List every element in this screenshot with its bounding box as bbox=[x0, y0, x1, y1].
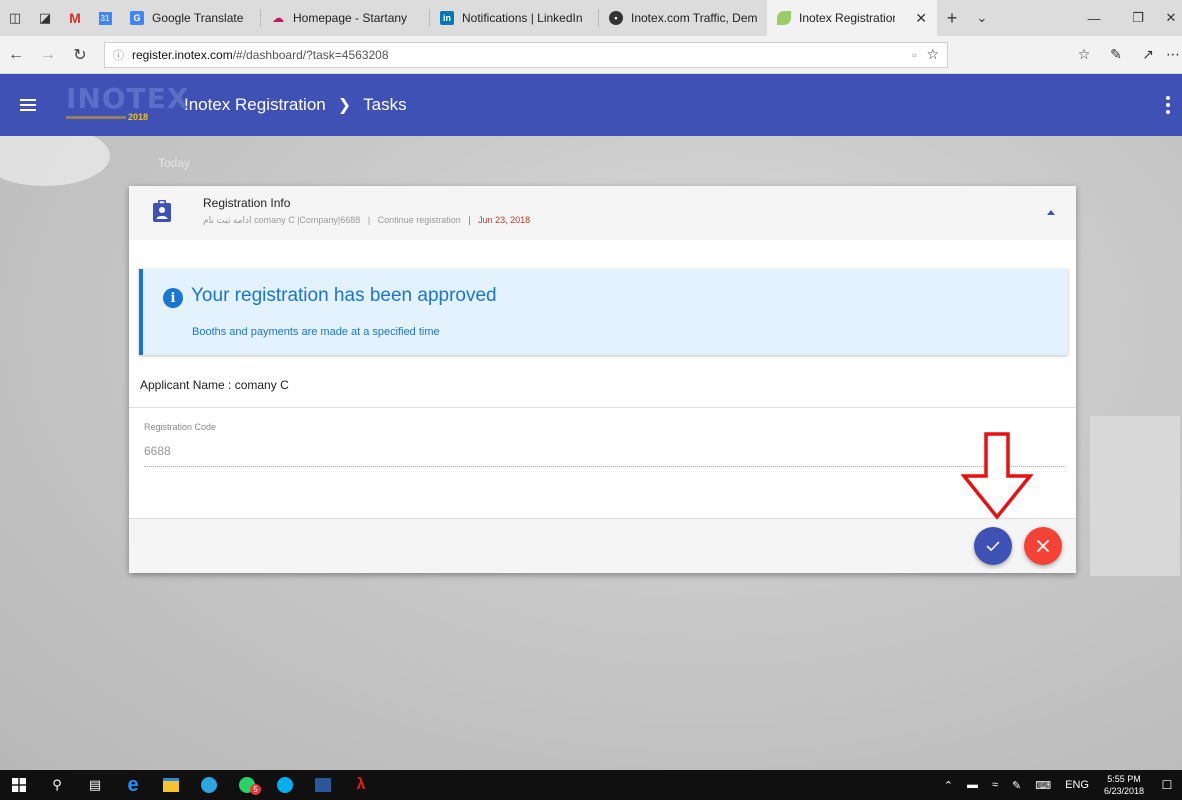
registration-code-label: Registration Code bbox=[144, 422, 217, 432]
chevron-right-icon: ❯ bbox=[337, 97, 352, 114]
more-dots-icon[interactable]: ⋯ bbox=[1164, 36, 1182, 74]
favorites-hub-icon[interactable]: ☆ bbox=[1068, 36, 1100, 74]
logo-text: INOTEX bbox=[66, 82, 190, 115]
url-path: /#/dashboard/?task=4563208 bbox=[232, 47, 389, 62]
card-actions bbox=[129, 518, 1076, 573]
info-icon[interactable]: ⓘ bbox=[113, 47, 124, 63]
registration-code-underline bbox=[144, 466, 1066, 467]
tab-title: Google Translate bbox=[152, 11, 244, 25]
reading-view-icon[interactable]: ▫ bbox=[912, 48, 916, 62]
card-subtitle: ادامه ثبت نام comany C |Company|6688 | C… bbox=[203, 215, 531, 225]
tab-title: Homepage - Startany bbox=[293, 11, 408, 25]
inotex-logo: INOTEX 2018 bbox=[66, 82, 188, 128]
task-view-icon[interactable]: ▤ bbox=[76, 770, 114, 800]
battery-icon[interactable]: ▬ bbox=[960, 779, 985, 791]
globe-icon: • bbox=[609, 11, 623, 25]
set-aside-tabs-icon[interactable]: ◪ bbox=[30, 0, 60, 36]
today-label: Today bbox=[158, 156, 191, 170]
cloud-icon: ☁ bbox=[272, 11, 284, 25]
gmail-pinned-tab-icon[interactable]: M bbox=[60, 0, 90, 36]
task-date: Jun 23, 2018 bbox=[478, 215, 531, 225]
window-close-icon[interactable]: ✕ bbox=[1160, 0, 1182, 36]
windows-taskbar: ⚲ ▤ e 5 λ ⌃ ▬ ≈ ✎ ⌨ ENG 5:55 PM 6/23/201… bbox=[0, 770, 1182, 800]
breadcrumb-current: Tasks bbox=[363, 95, 407, 114]
approval-alert: i Your registration has been approved Bo… bbox=[139, 269, 1068, 355]
keyboard-icon[interactable]: ⌨ bbox=[1028, 779, 1058, 792]
pen-icon[interactable]: ✎ bbox=[1100, 36, 1132, 74]
wifi-icon[interactable]: ≈ bbox=[985, 779, 1005, 791]
card-header[interactable]: Registration Info ادامه ثبت نام comany C… bbox=[129, 186, 1076, 240]
tab-title: Inotex.com Traffic, Demogr bbox=[631, 11, 757, 25]
new-tab-button[interactable]: + bbox=[937, 0, 967, 36]
skype-icon[interactable] bbox=[266, 770, 304, 800]
tab-inotex-traffic[interactable]: • Inotex.com Traffic, Demogr bbox=[599, 0, 767, 36]
applicant-name: Applicant Name : comany C bbox=[140, 378, 289, 392]
tab-actions-icon[interactable]: ◫ bbox=[0, 0, 30, 36]
app-header: INOTEX 2018 Inotex Registration ❯ Tasks bbox=[0, 74, 1182, 136]
back-arrow-icon[interactable]: ← bbox=[0, 36, 32, 74]
share-icon[interactable]: ↗ bbox=[1132, 36, 1164, 74]
tab-title: Inotex Registration bbox=[799, 11, 896, 25]
minimize-icon[interactable]: — bbox=[1072, 0, 1116, 36]
close-icon bbox=[1037, 540, 1049, 552]
tab-inotex-registration[interactable]: Inotex Registration ✕ bbox=[767, 0, 937, 36]
google-translate-icon: G bbox=[130, 11, 144, 25]
restore-icon[interactable]: ❐ bbox=[1116, 0, 1160, 36]
language-indicator[interactable]: ENG bbox=[1058, 779, 1096, 791]
registration-code-value[interactable]: 6688 bbox=[144, 444, 171, 458]
refresh-icon[interactable]: ↻ bbox=[64, 36, 96, 74]
collapse-caret-icon[interactable] bbox=[1047, 210, 1055, 215]
breadcrumb: Inotex Registration ❯ Tasks bbox=[184, 95, 407, 115]
action-center-icon[interactable]: ☐ bbox=[1152, 778, 1182, 792]
clock[interactable]: 5:55 PM 6/23/2018 bbox=[1096, 773, 1152, 797]
card-title: Registration Info bbox=[203, 196, 291, 210]
clock-time: 5:55 PM bbox=[1107, 774, 1141, 784]
windows-start-icon[interactable] bbox=[0, 770, 38, 800]
url-host: register.inotex.com bbox=[132, 47, 233, 62]
notification-badge: 5 bbox=[250, 784, 261, 795]
registration-card: Registration Info ادامه ثبت نام comany C… bbox=[129, 186, 1076, 573]
tab-google-translate[interactable]: G Google Translate bbox=[120, 0, 260, 36]
approve-button[interactable] bbox=[974, 527, 1012, 565]
edge-browser-icon[interactable]: e bbox=[114, 770, 152, 800]
file-explorer-icon[interactable] bbox=[152, 770, 190, 800]
company-info: comany C |Company|6688 bbox=[254, 215, 361, 225]
whatsapp-icon[interactable]: 5 bbox=[228, 770, 266, 800]
telegram-icon[interactable] bbox=[190, 770, 228, 800]
calendar-pinned-tab-icon[interactable]: 31 bbox=[90, 0, 120, 36]
system-tray: ⌃ ▬ ≈ ✎ ⌨ ENG 5:55 PM 6/23/2018 ☐ bbox=[937, 770, 1182, 800]
more-vert-icon[interactable] bbox=[1166, 96, 1170, 114]
forward-arrow-icon[interactable]: → bbox=[32, 36, 64, 74]
tab-startany[interactable]: ☁ Homepage - Startany bbox=[261, 0, 429, 36]
search-icon[interactable]: ⚲ bbox=[38, 770, 76, 800]
alert-title: Your registration has been approved bbox=[191, 285, 497, 306]
clock-date: 6/23/2018 bbox=[1103, 786, 1144, 796]
logo-year: 2018 bbox=[128, 112, 149, 122]
task-action: Continue registration bbox=[377, 215, 461, 225]
browser-tab-strip: ◫ ◪ M 31 G Google Translate ☁ Homepage -… bbox=[0, 0, 1182, 36]
clipboard-account-icon bbox=[153, 200, 171, 222]
tab-preview-chevron-icon[interactable]: ⌄ bbox=[967, 0, 997, 36]
tab-title: Notifications | LinkedIn bbox=[462, 11, 583, 25]
tab-linkedin[interactable]: in Notifications | LinkedIn bbox=[430, 0, 598, 36]
address-field[interactable]: ⓘ register.inotex.com /#/dashboard/?task… bbox=[104, 41, 948, 68]
word-icon[interactable] bbox=[304, 770, 342, 800]
address-toolbar: ← → ↻ ⓘ register.inotex.com /#/dashboard… bbox=[0, 36, 1182, 74]
alert-text: Booths and payments are made at a specif… bbox=[192, 326, 440, 338]
linkedin-icon: in bbox=[440, 11, 454, 25]
task-name-fa: ادامه ثبت نام bbox=[203, 215, 252, 225]
close-tab-icon[interactable]: ✕ bbox=[915, 10, 927, 27]
info-circle-icon: i bbox=[163, 288, 183, 308]
breadcrumb-root[interactable]: Inotex Registration bbox=[184, 95, 326, 115]
leaf-icon bbox=[777, 11, 791, 25]
acrobat-icon[interactable]: λ bbox=[342, 770, 380, 800]
chevron-up-icon[interactable]: ⌃ bbox=[937, 779, 960, 792]
pen-tray-icon[interactable]: ✎ bbox=[1005, 779, 1028, 792]
check-icon bbox=[986, 541, 1000, 551]
menu-icon[interactable] bbox=[0, 104, 56, 106]
reject-button[interactable] bbox=[1024, 527, 1062, 565]
favorite-star-icon[interactable]: ☆ bbox=[926, 46, 939, 63]
divider bbox=[129, 407, 1076, 408]
red-arrow-down-icon bbox=[961, 432, 1033, 520]
